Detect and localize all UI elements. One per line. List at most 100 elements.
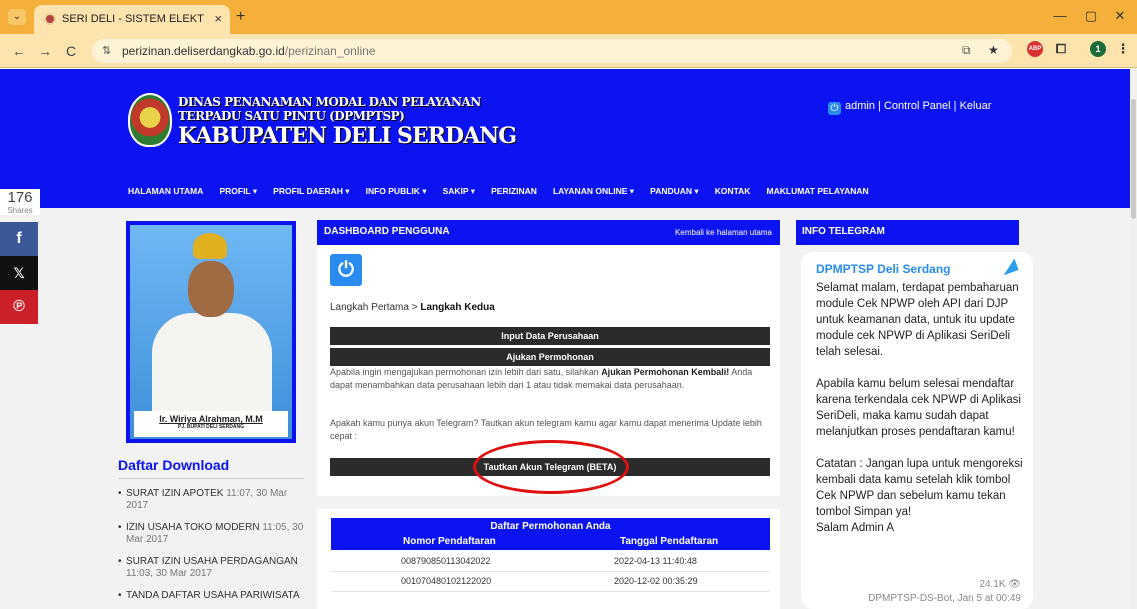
web-page: DINAS PENANAMAN MODAL DAN PELAYANAN TERP…	[0, 69, 1137, 609]
message-footer: DPMPTSP-DS-Bot, Jan 5 at 00:49	[868, 593, 1021, 604]
resubmit-link[interactable]: Ajukan Permohonan Kembali!	[601, 367, 729, 377]
tab-close-icon[interactable]: ×	[214, 11, 222, 26]
download-item[interactable]: TANDA DAFTAR USAHA PARIWISATA	[118, 590, 308, 602]
nav-perizinan[interactable]: PERIZINAN	[491, 186, 537, 196]
nav-profil[interactable]: PROFIL ▾	[219, 186, 257, 196]
adblock-extension-icon[interactable]: ABP	[1027, 41, 1043, 57]
nav-halaman-utama[interactable]: HALAMAN UTAMA	[128, 186, 203, 196]
install-app-icon[interactable]: ⧉	[962, 43, 971, 58]
table-cell-date: 2020-12-02 00:35:29	[614, 576, 698, 586]
telegram-plane-icon	[999, 258, 1019, 276]
reload-icon[interactable]: C	[62, 43, 80, 59]
garuda-emblem-icon	[193, 233, 227, 259]
share-counter: 176 Shares	[0, 189, 40, 215]
profile-avatar[interactable]: 1	[1090, 41, 1106, 57]
back-icon[interactable]: ←	[10, 43, 28, 59]
column-header-number: Nomor Pendaftaran	[403, 536, 496, 547]
input-company-data-button[interactable]: Input Data Perusahaan	[330, 327, 770, 345]
url-input[interactable]: ⇅ perizinan.deliserdangkab.go.id/perizin…	[92, 39, 1012, 63]
logo-text-line2[interactable]: TERPADU SATU PINTU (DPMPTSP)	[178, 109, 405, 123]
x-share-icon[interactable]: 𝕏	[0, 256, 38, 290]
back-home-link[interactable]: Kembali ke halaman utama	[675, 228, 772, 237]
dashboard-header: DASHBOARD PENGGUNA Kembali ke halaman ut…	[317, 220, 780, 245]
application-info-text: Apabila ingin mengajukan permohonan izin…	[330, 367, 753, 390]
regent-title: PJ. BUPATI DELI SERDANG	[178, 424, 244, 430]
extensions-puzzle-icon[interactable]: ⧠	[1053, 41, 1069, 57]
dashboard-title: DASHBOARD PENGGUNA	[324, 226, 450, 237]
telegram-message-body: Selamat malam, terdapat pembaharuan modu…	[816, 280, 1026, 536]
nav-layanan-online[interactable]: LAYANAN ONLINE ▾	[553, 186, 634, 196]
telegram-channel-name[interactable]: DPMPTSP Deli Serdang	[816, 262, 950, 276]
column-header-date: Tanggal Pendaftaran	[620, 536, 719, 547]
browser-tab-bar: ⌄ SERI DELI - SISTEM ELEKTRONI × + — ▢ ✕	[0, 0, 1137, 34]
main-navigation: HALAMAN UTAMA PROFIL ▾ PROFIL DAERAH ▾ I…	[128, 185, 882, 197]
browser-address-bar: ← → C ⇅ perizinan.deliserdangkab.go.id/p…	[0, 34, 1137, 68]
view-count: 24.1K 👁	[979, 579, 1021, 590]
regent-profile-card: Ir. Wiriya Alrahman, M.M PJ. BUPATI DELI…	[126, 221, 296, 443]
nav-profil-daerah[interactable]: PROFIL DAERAH ▾	[273, 186, 349, 196]
row-divider	[331, 571, 770, 572]
window-close-icon[interactable]: ✕	[1110, 8, 1130, 24]
table-header: Daftar Permohonan Anda Nomor Pendaftaran…	[331, 518, 770, 550]
nav-panduan[interactable]: PANDUAN ▾	[650, 186, 699, 196]
message-paragraph: Apabila kamu belum selesai mendaftar kar…	[816, 378, 1021, 438]
browser-tab-active[interactable]: SERI DELI - SISTEM ELEKTRONI ×	[34, 5, 230, 34]
new-tab-icon[interactable]: +	[236, 8, 245, 26]
step-first[interactable]: Langkah Pertama >	[330, 302, 420, 313]
minimize-icon[interactable]: —	[1050, 8, 1070, 23]
site-header: DINAS PENANAMAN MODAL DAN PELAYANAN TERP…	[0, 69, 1130, 208]
page-scrollbar[interactable]	[1130, 69, 1137, 609]
site-favicon-icon	[44, 13, 56, 25]
download-item[interactable]: SURAT IZIN USAHA PERDAGANGAN 11:03, 30 M…	[118, 556, 308, 580]
nav-sakip[interactable]: SAKIP ▾	[443, 186, 475, 196]
regent-name: Ir. Wiriya Alrahman, M.M	[159, 414, 263, 424]
photo-uniform	[152, 313, 272, 423]
tab-title: SERI DELI - SISTEM ELEKTRONI	[62, 13, 204, 25]
share-label: Shares	[7, 206, 33, 215]
nav-info-publik[interactable]: INFO PUBLIK ▾	[366, 186, 427, 196]
user-links: ⏻ admin | Control Panel | Keluar	[828, 100, 991, 115]
facebook-share-icon[interactable]: f	[0, 222, 38, 256]
tab-search-button[interactable]: ⌄	[8, 9, 26, 25]
row-divider	[331, 591, 770, 592]
table-title: Daftar Permohonan Anda	[490, 521, 611, 532]
download-list-title: Daftar Download	[118, 457, 230, 473]
deli-serdang-seal-icon[interactable]	[128, 93, 172, 147]
power-icon: ⏻	[828, 102, 841, 115]
telegram-message-card: DPMPTSP Deli Serdang Selamat malam, terd…	[801, 252, 1033, 609]
scrollbar-thumb[interactable]	[1131, 99, 1136, 219]
regent-photo: Ir. Wiriya Alrahman, M.M PJ. BUPATI DELI…	[130, 225, 292, 439]
logout-link[interactable]: Keluar	[960, 100, 992, 112]
telegram-info-title: INFO TELEGRAM	[802, 226, 885, 237]
power-icon: ⏻	[330, 254, 362, 286]
control-panel-link[interactable]: Control Panel	[884, 100, 951, 112]
message-paragraph: Catatan : Jangan lupa untuk mengoreksi k…	[816, 458, 1023, 518]
table-cell-number[interactable]: 001070480102122020	[401, 576, 491, 586]
restore-icon[interactable]: ▢	[1081, 8, 1101, 24]
download-item[interactable]: SURAT IZIN APOTEK 11:07, 30 Mar 2017	[118, 488, 308, 512]
message-paragraph: Selamat malam, terdapat pembaharuan modu…	[816, 282, 1019, 358]
nav-maklumat-pelayanan[interactable]: MAKLUMAT PELAYANAN	[767, 186, 869, 196]
separator: |	[878, 100, 881, 112]
photo-caption: Ir. Wiriya Alrahman, M.M PJ. BUPATI DELI…	[134, 411, 288, 437]
browser-menu-icon[interactable]: ⋮	[1115, 41, 1131, 57]
download-item[interactable]: IZIN USAHA TOKO MODERN 11:05, 30 Mar 201…	[118, 522, 308, 546]
user-admin-link[interactable]: admin	[845, 100, 875, 112]
table-cell-date: 2022-04-13 11:40:48	[614, 556, 697, 566]
message-signoff: Salam Admin A	[816, 522, 894, 534]
nav-kontak[interactable]: KONTAK	[715, 186, 751, 196]
logo-text-line3[interactable]: KABUPATEN DELI SERDANG	[178, 123, 517, 149]
highlight-circle	[473, 440, 629, 494]
separator: |	[953, 100, 957, 112]
telegram-info-header: INFO TELEGRAM	[796, 220, 1019, 245]
share-count: 176	[7, 189, 33, 206]
pinterest-share-icon[interactable]: ℗	[0, 290, 38, 324]
table-cell-number[interactable]: 008790850113042022	[401, 556, 490, 566]
url-text: perizinan.deliserdangkab.go.id/perizinan…	[122, 44, 376, 58]
submit-application-button[interactable]: Ajukan Permohonan	[330, 348, 770, 366]
bookmark-star-icon[interactable]: ★	[988, 43, 999, 57]
step-second: Langkah Kedua	[420, 302, 495, 313]
logo-text-line1[interactable]: DINAS PENANAMAN MODAL DAN PELAYANAN	[178, 95, 481, 109]
site-info-icon[interactable]: ⇅	[102, 44, 111, 57]
forward-icon[interactable]: →	[36, 43, 54, 59]
